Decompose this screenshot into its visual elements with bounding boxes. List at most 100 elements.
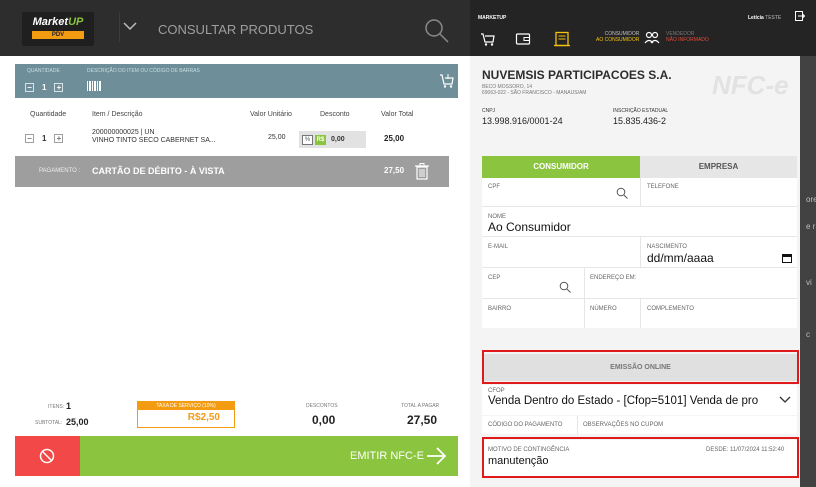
row-discount: % R$ 0,00 bbox=[299, 131, 366, 148]
col-unit-price: Valor Unitário bbox=[250, 111, 292, 118]
cancel-sale-button[interactable] bbox=[15, 436, 80, 476]
emit-nfce-button[interactable]: EMITIR NFC-E bbox=[80, 436, 458, 476]
receipt-icon[interactable] bbox=[554, 31, 570, 47]
cnpj-value: 13.998.916/0001-24 bbox=[482, 116, 563, 126]
address-label: ENDEREÇO EM: bbox=[590, 275, 637, 281]
birth-label: NASCIMENTO bbox=[647, 244, 687, 250]
company-address: BECO MOSSORO, 14 69063-022 - SÃO FRANCIS… bbox=[482, 84, 587, 96]
discounts-value: 0,00 bbox=[312, 413, 336, 427]
users-icon[interactable] bbox=[644, 30, 660, 46]
top-bar: MarketUP PDV bbox=[0, 0, 470, 56]
company-name: NUVEMSIS PARTICIPACOES S.A. bbox=[482, 68, 672, 82]
product-search-input[interactable] bbox=[158, 18, 428, 40]
search-icon[interactable] bbox=[424, 18, 450, 44]
discounts-label: DESCONTOS bbox=[306, 403, 338, 409]
edge-text-4: c bbox=[806, 330, 810, 339]
col-total: Valor Total bbox=[381, 111, 414, 118]
cep-search-icon[interactable] bbox=[559, 281, 571, 293]
arrow-right-icon bbox=[427, 447, 447, 465]
item-search-label: DESCRIÇÃO DO ITEM OU CÓDIGO DE BARRAS bbox=[87, 68, 200, 74]
cfop-value: Venda Dentro do Estado - [Cfop=5101] Ven… bbox=[488, 395, 759, 407]
row-total: 25,00 bbox=[384, 134, 405, 143]
barcode-icon[interactable] bbox=[87, 81, 101, 91]
row-item-code: 200000000025 | UN bbox=[92, 129, 155, 136]
subtotal-value: 25,00 bbox=[66, 417, 89, 427]
payment-code-row: CÓDIGO DO PAGAMENTO OBSERVAÇÕES NO CUPOM bbox=[482, 416, 797, 434]
highlight-box-contingency bbox=[482, 437, 799, 478]
row-item: 200000000025 | UN VINHO TINTO SECO CABER… bbox=[92, 129, 216, 145]
row-item-desc: VINHO TINTO SECO CABERNET SA... bbox=[92, 137, 216, 144]
cpf-label: CPF bbox=[488, 184, 500, 190]
vendor-indicator[interactable]: VENDEDOR NÃO INFORMADO bbox=[666, 31, 709, 43]
app-root: MarketUP PDV QUANTIDADE DESCRIÇÃO DO ITE… bbox=[0, 0, 816, 487]
row-increment-button[interactable]: + bbox=[54, 134, 64, 143]
calendar-icon[interactable] bbox=[782, 253, 792, 263]
col-discount: Desconto bbox=[320, 111, 350, 118]
row-quantity-stepper: − 1 + bbox=[25, 134, 64, 143]
nfce-form-panel: NUVEMSIS PARTICIPACOES S.A. BECO MOSSORO… bbox=[470, 56, 800, 487]
ie-label: INSCRIÇÃO ESTADUAL bbox=[613, 108, 669, 114]
tab-company[interactable]: EMPRESA bbox=[640, 156, 797, 178]
name-field[interactable]: Ao Consumidor bbox=[488, 220, 571, 234]
cancel-icon bbox=[39, 448, 55, 464]
quantity-stepper: − 1 + bbox=[25, 81, 64, 93]
chevron-down-icon bbox=[779, 396, 791, 403]
complement-label: COMPLEMENTO bbox=[647, 306, 694, 312]
marketup-logo[interactable]: MarketUP PDV bbox=[22, 12, 94, 46]
items-label: ITENS: bbox=[48, 404, 65, 410]
table-row[interactable]: − 1 + 200000000025 | UN VINHO TINTO SECO… bbox=[15, 124, 458, 154]
edge-text-1: ore bbox=[806, 195, 816, 204]
payment-label: PAGAMENTO : bbox=[39, 168, 81, 174]
chevron-down-icon[interactable] bbox=[119, 12, 141, 42]
cfop-select[interactable]: CFOP Venda Dentro do Estado - [Cfop=5101… bbox=[482, 385, 797, 415]
cart-icon[interactable] bbox=[480, 31, 496, 47]
payment-total: 27,50 bbox=[384, 166, 405, 175]
service-tax-box[interactable]: TAXA DE SERVIÇO (10%) R$2,50 bbox=[137, 401, 235, 428]
right-top-bar: MARKETUP Letícia TESTE CONSUMIDOR AO CON… bbox=[470, 0, 816, 56]
receipt-notes-field[interactable]: OBSERVAÇÕES NO CUPOM bbox=[583, 422, 663, 428]
add-to-cart-icon[interactable] bbox=[439, 73, 455, 89]
item-input-bar: QUANTIDADE DESCRIÇÃO DO ITEM OU CÓDIGO D… bbox=[15, 64, 458, 98]
row-unit-price: 25,00 bbox=[268, 134, 286, 141]
payment-bar[interactable]: PAGAMENTO : CARTÃO DE DÉBITO - À VISTA 2… bbox=[15, 156, 449, 187]
col-quantity: Quantidade bbox=[30, 111, 67, 118]
logout-icon[interactable] bbox=[795, 11, 805, 21]
total-label: TOTAL A PAGAR bbox=[401, 403, 440, 409]
cep-label: CEP bbox=[488, 275, 501, 281]
nfce-panel: MARKETUP Letícia TESTE CONSUMIDOR AO CON… bbox=[470, 0, 816, 487]
birth-date-field[interactable]: dd/mm/aaaa bbox=[647, 251, 714, 265]
cpf-search-icon[interactable] bbox=[616, 187, 628, 199]
edge-text-3: vi bbox=[806, 278, 812, 287]
quantity-value[interactable]: 1 bbox=[42, 83, 46, 92]
trash-icon[interactable] bbox=[415, 163, 429, 180]
service-tax-label: TAXA DE SERVIÇO (10%) bbox=[138, 402, 234, 410]
user-name[interactable]: Letícia TESTE bbox=[748, 15, 781, 21]
email-label: E-MAIL bbox=[488, 244, 509, 250]
number-label: NÚMERO bbox=[590, 306, 617, 312]
row-quantity[interactable]: 1 bbox=[42, 134, 46, 143]
logo-text: MarketUP bbox=[32, 16, 84, 28]
increment-button[interactable]: + bbox=[54, 82, 64, 92]
quantity-input-label: QUANTIDADE bbox=[27, 68, 60, 74]
row-discount-value[interactable]: 0,00 bbox=[331, 136, 345, 143]
subtotal-label: SUBTOTAL: bbox=[35, 420, 63, 426]
consumer-form: CPF TELEFONE NOME Ao Consumidor E-MAIL N… bbox=[482, 178, 797, 328]
highlight-box-emission bbox=[482, 350, 799, 384]
col-description: Item / Descrição bbox=[92, 111, 143, 118]
payment-code-field[interactable]: CÓDIGO DO PAGAMENTO bbox=[488, 422, 562, 428]
decrement-button[interactable]: − bbox=[25, 82, 34, 92]
district-label: BAIRRO bbox=[488, 306, 512, 312]
sale-panel: QUANTIDADE DESCRIÇÃO DO ITEM OU CÓDIGO D… bbox=[0, 56, 470, 487]
background-window-edge bbox=[800, 56, 816, 487]
consumer-indicator[interactable]: CONSUMIDOR AO CONSUMIDOR bbox=[596, 31, 639, 43]
service-tax-value: R$2,50 bbox=[187, 412, 220, 423]
wallet-icon[interactable] bbox=[515, 31, 531, 47]
nfce-logo: NFC-e bbox=[712, 70, 789, 100]
currency-discount-toggle[interactable]: R$ bbox=[315, 134, 326, 145]
payment-method: CARTÃO DE DÉBITO - À VISTA bbox=[92, 166, 225, 176]
ie-value: 15.835.436-2 bbox=[613, 116, 667, 126]
phone-label: TELEFONE bbox=[647, 184, 679, 190]
percent-discount-toggle[interactable]: % bbox=[302, 134, 313, 145]
row-decrement-button[interactable]: − bbox=[25, 134, 34, 143]
tab-consumer[interactable]: CONSUMIDOR bbox=[482, 156, 640, 178]
